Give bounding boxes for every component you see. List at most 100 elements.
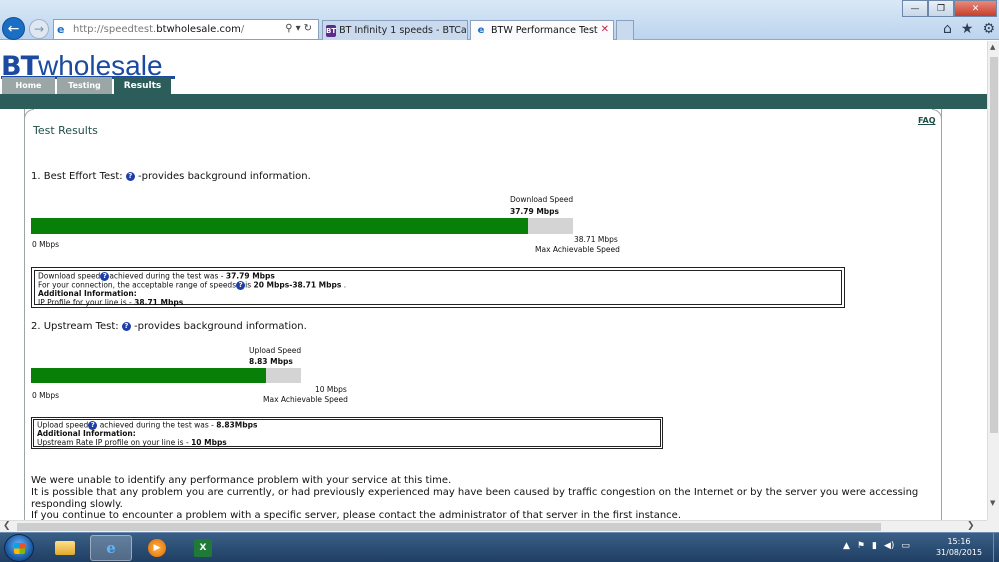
url-domain: btwholesale.com <box>156 24 241 35</box>
maximize-button[interactable]: ❐ <box>928 0 954 17</box>
info-text: Download speed <box>38 271 101 281</box>
download-speed-caption: Download Speed <box>510 195 574 204</box>
arrow-right-icon: → <box>33 22 45 36</box>
ie-page-icon: e <box>57 23 65 36</box>
scroll-corner <box>987 520 999 532</box>
media-player-icon: ▶ <box>148 539 166 557</box>
info-text: is <box>245 280 254 290</box>
info-value: 20 Mbps-38.71 Mbps <box>253 280 342 290</box>
vertical-scroll-thumb[interactable] <box>990 57 998 433</box>
flag-icon[interactable]: ⚑ <box>857 541 865 551</box>
info-value: 10 Mbps <box>191 437 227 447</box>
info-value: 38.71 Mbps <box>134 297 184 307</box>
tab-label: BTW Performance Test <box>491 25 598 36</box>
help-icon[interactable]: ? <box>125 171 135 181</box>
clock-time: 15:16 <box>947 537 971 546</box>
info-value: 8.83Mbps <box>216 420 258 430</box>
horizontal-scrollbar[interactable]: ❮ ❯ <box>0 520 987 532</box>
search-icon[interactable]: ⚲ <box>285 23 295 34</box>
taskbar-file-explorer[interactable] <box>44 535 86 561</box>
best-effort-heading-text: 1. Best Effort Test: <box>31 171 123 182</box>
back-button[interactable]: ← <box>2 17 25 40</box>
help-icon[interactable]: ? <box>121 321 131 331</box>
upload-min-label: 0 Mbps <box>32 391 60 400</box>
taskbar-excel[interactable]: X <box>182 535 224 561</box>
summary-line-2: It is possible that any problem you are … <box>31 487 919 498</box>
address-bar-icons: ⚲▾↻ <box>285 23 315 34</box>
nav-tab-results[interactable]: Results <box>114 77 171 95</box>
scroll-up-icon[interactable]: ▲ <box>990 43 995 51</box>
upload-max-value: 10 Mbps <box>315 385 347 394</box>
clock[interactable]: 15:16 31/08/2015 <box>928 536 990 558</box>
scroll-right-icon[interactable]: ❯ <box>967 521 975 531</box>
tab-label: BT Infinity 1 speeds - BTCare C... <box>339 25 467 36</box>
upload-bar-track <box>31 368 301 383</box>
close-window-button[interactable]: ✕ <box>954 0 997 17</box>
close-tab-icon[interactable]: ✕ <box>601 24 609 35</box>
nav-tab-home[interactable]: Home <box>2 77 55 94</box>
settings-gear-icon[interactable]: ⚙ <box>982 21 995 37</box>
upload-speed-value: 8.83 Mbps <box>249 357 293 366</box>
arrow-left-icon: ← <box>7 20 20 37</box>
favorites-star-icon[interactable]: ★ <box>961 21 974 37</box>
faq-link[interactable]: FAQ <box>918 116 936 125</box>
best-effort-heading: 1. Best Effort Test: ? -provides backgro… <box>31 171 311 182</box>
system-tray: ▲ ⚑ ▮ ◀) ▭ <box>843 541 910 551</box>
excel-icon: X <box>194 539 212 557</box>
browser-tab-btw-performance[interactable]: e BTW Performance Test ✕ <box>470 20 614 40</box>
download-max-value: 38.71 Mbps <box>574 235 618 244</box>
upload-info-content: Upload speed? achieved during the test w… <box>33 419 661 447</box>
download-min-label: 0 Mbps <box>32 240 60 249</box>
browser-toolbar-icons: ⌂ ★ ⚙ <box>943 21 995 37</box>
clock-date: 31/08/2015 <box>935 548 983 557</box>
summary-line-1: We were unable to identify any performan… <box>31 475 452 486</box>
nav-tab-testing[interactable]: Testing <box>57 77 112 94</box>
scroll-down-icon[interactable]: ▼ <box>990 499 995 507</box>
new-tab-button[interactable] <box>616 20 634 40</box>
volume-icon[interactable]: ◀) <box>884 541 894 551</box>
chevron-down-icon[interactable]: ▾ <box>296 23 304 34</box>
minimize-button[interactable]: — <box>902 0 928 17</box>
browser-tab-bt-infinity[interactable]: BT BT Infinity 1 speeds - BTCare C... <box>322 20 468 40</box>
info-line: Upstream Rate IP profile on your line is… <box>37 437 657 448</box>
upload-info-box: Upload speed? achieved during the test w… <box>31 417 663 449</box>
download-speed-value: 37.79 Mbps <box>510 207 559 216</box>
upstream-heading: 2. Upstream Test: ? -provides background… <box>31 321 307 332</box>
upload-bar-fill <box>31 368 266 383</box>
horizontal-scroll-thumb[interactable] <box>17 523 881 531</box>
nav-strip <box>0 94 987 109</box>
address-bar[interactable]: e http://speedtest. btwholesale.com / ⚲▾↻ <box>53 19 319 40</box>
power-icon[interactable]: ▭ <box>901 541 910 551</box>
show-hidden-icons-icon[interactable]: ▲ <box>843 541 850 551</box>
taskbar-internet-explorer[interactable]: e <box>90 535 132 561</box>
info-value: 37.79 Mbps <box>225 271 275 281</box>
info-line: For your connection, the acceptable rang… <box>38 281 838 290</box>
file-explorer-icon <box>55 541 75 555</box>
download-bar-fill <box>31 218 528 234</box>
vertical-scrollbar[interactable]: ▲ ▼ <box>987 41 999 520</box>
url-suffix: / <box>240 24 245 35</box>
network-icon[interactable]: ▮ <box>872 541 877 551</box>
info-line: IP Profile for your line is - 38.71 Mbps <box>38 297 838 308</box>
best-effort-heading-suffix: -provides background information. <box>138 171 311 182</box>
upload-speed-caption: Upload Speed <box>249 346 302 355</box>
upstream-heading-text: 2. Upstream Test: <box>31 321 119 332</box>
browser-chrome: ← → e http://speedtest. btwholesale.com / … <box>0 0 999 40</box>
bt-favicon-icon: BT <box>326 24 337 37</box>
internet-explorer-icon: e <box>106 539 116 557</box>
upstream-heading-suffix: -provides background information. <box>134 321 307 332</box>
refresh-icon[interactable]: ↻ <box>304 23 315 34</box>
show-desktop-button[interactable] <box>993 533 999 562</box>
help-icon[interactable]: ? <box>236 281 246 290</box>
page-title: Test Results <box>33 124 98 137</box>
scroll-left-icon[interactable]: ❮ <box>3 521 11 531</box>
download-bar-track <box>31 218 573 234</box>
home-icon[interactable]: ⌂ <box>943 21 952 37</box>
info-text: IP Profile for your line is - <box>38 297 135 307</box>
forward-button[interactable]: → <box>29 19 49 39</box>
window-controls: — ❐ ✕ <box>902 0 997 17</box>
start-button[interactable] <box>4 534 34 562</box>
taskbar: e ▶ X ▲ ⚑ ▮ ◀) ▭ 15:16 31/08/2015 <box>0 532 999 562</box>
taskbar-media-player[interactable]: ▶ <box>136 535 178 561</box>
ie-favicon-icon: e <box>477 24 485 36</box>
